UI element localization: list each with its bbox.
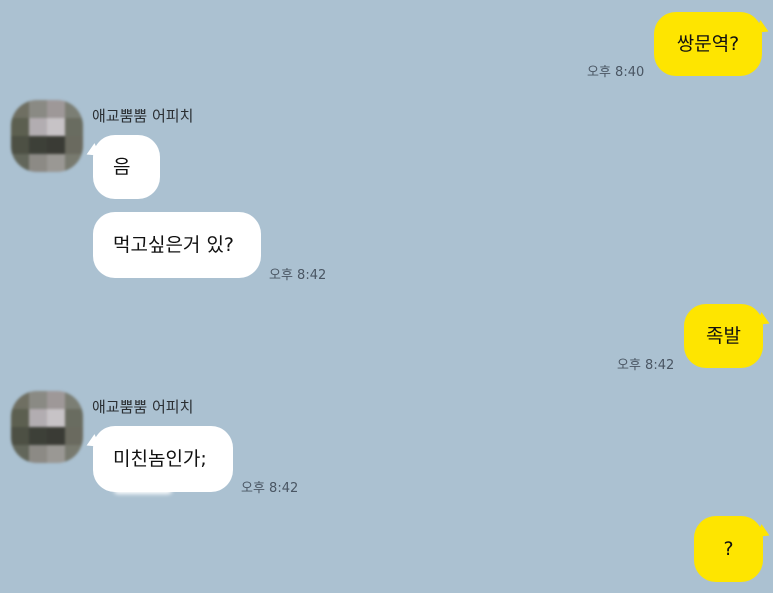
message-text: 쌍문역? (676, 32, 740, 55)
message-time: 오후 8:42 (269, 268, 327, 283)
avatar[interactable] (11, 100, 83, 172)
message-text: 먹고싶은거 있? (113, 233, 235, 256)
sender-name: 애교뿜뿜 어피치 (92, 398, 194, 416)
other-message-bubble[interactable]: 먹고싶은거 있? (93, 212, 261, 278)
redaction-smudge (114, 474, 172, 494)
my-message-bubble[interactable]: 족발 (684, 304, 763, 368)
other-message-bubble[interactable]: 음 (93, 135, 160, 199)
my-message-bubble[interactable]: ? (694, 516, 763, 582)
message-time: 오후 8:42 (617, 358, 675, 373)
avatar[interactable] (11, 391, 83, 463)
message-text: 미친놈인가; (113, 447, 207, 470)
message-text: 족발 (706, 324, 741, 347)
sender-name: 애교뿜뿜 어피치 (92, 107, 194, 125)
message-time: 오후 8:42 (241, 481, 299, 496)
message-text: 음 (113, 155, 131, 178)
my-message-bubble[interactable]: 쌍문역? (654, 12, 762, 76)
chat-room: 쌍문역? 오후 8:40 애교뿜뿜 어피치 음 먹고싶은거 있? 오후 8:42… (0, 0, 773, 593)
message-time: 오후 8:40 (587, 65, 645, 80)
message-text: ? (723, 537, 734, 560)
